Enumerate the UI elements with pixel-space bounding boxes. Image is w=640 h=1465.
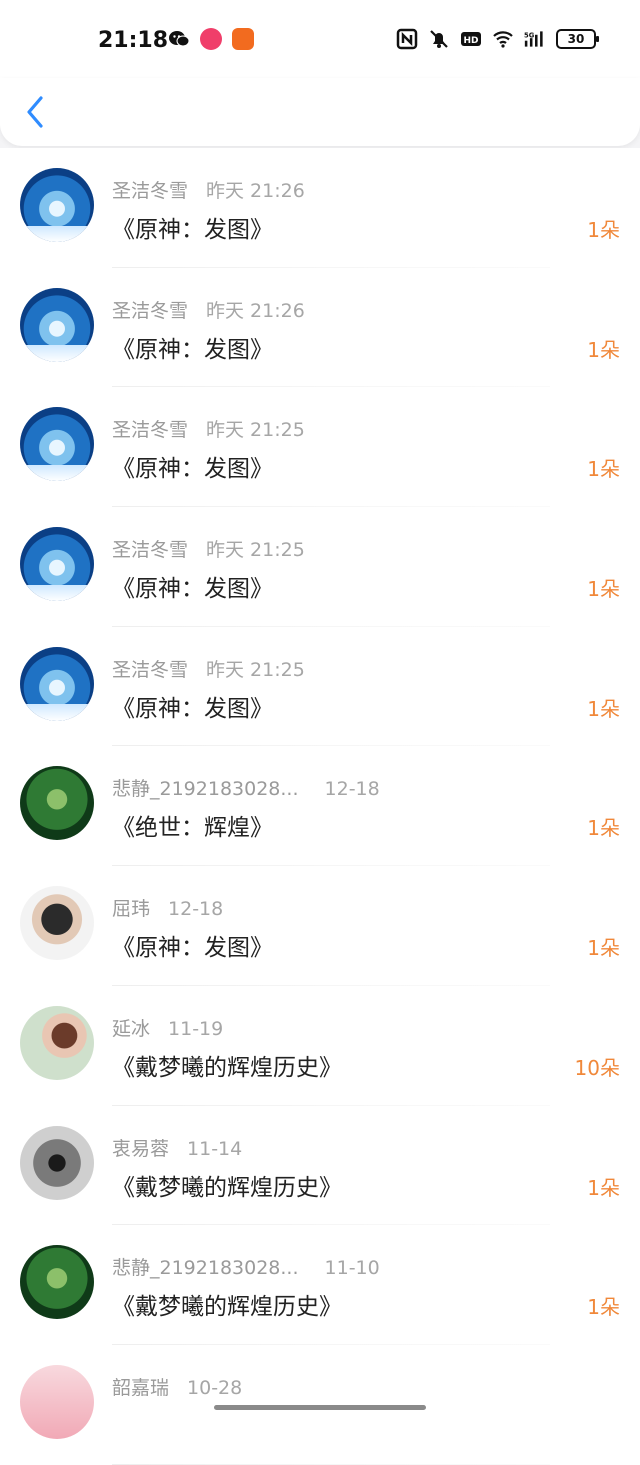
item-meta: 悲静_2192183028... 11-10 (112, 1253, 380, 1280)
user-name: 圣洁冬雪 (112, 419, 189, 442)
item-title: 《戴梦曦的辉煌历史》 (112, 1174, 342, 1201)
wifi-icon (492, 28, 514, 50)
svg-text:HD: HD (463, 36, 478, 46)
user-name: 圣洁冬雪 (112, 658, 189, 681)
item-title: 《原神：发图》 (112, 217, 273, 243)
item-meta: 韶嘉瑞 10-28 (112, 1373, 242, 1400)
flower-count: 1朵 (587, 1175, 620, 1200)
flower-count: 1朵 (587, 816, 620, 841)
item-date: 昨天 21:26 (206, 180, 305, 202)
item-date: 昨天 21:26 (206, 299, 305, 322)
item-meta: 圣洁冬雪 昨天 21:26 (112, 296, 305, 323)
pink-avatar[interactable] (20, 1364, 94, 1439)
item-date: 10-28 (187, 1376, 243, 1399)
item-meta: 衷易蓉 11-14 (112, 1134, 242, 1161)
social-app-icon (200, 28, 222, 50)
list-item[interactable]: 延冰 11-19 《戴梦曦的辉煌历史》 10朵 (0, 986, 640, 1106)
item-title: 《原神：发图》 (112, 935, 273, 962)
list-item[interactable]: 圣洁冬雪 昨天 21:25 《原神：发图》 1朵 (0, 507, 640, 627)
flower-count: 1朵 (587, 1295, 620, 1320)
item-date: 11-19 (168, 1017, 224, 1040)
flower-count: 1朵 (587, 457, 620, 482)
status-bar: 21:18 HD 5G 30 (0, 0, 640, 80)
wechat-icon (168, 28, 190, 50)
item-title: 《戴梦曦的辉煌历史》 (112, 1294, 342, 1321)
top-navigation-bar (0, 78, 640, 146)
list-item[interactable]: 屈玮 12-18 《原神：发图》 1朵 (0, 866, 640, 986)
flower-count: 1朵 (587, 577, 620, 602)
home-indicator[interactable] (214, 1405, 426, 1410)
svg-text:5G: 5G (524, 31, 535, 39)
user-name: 悲静_2192183028... (112, 778, 299, 801)
5g-signal-icon: 5G (524, 28, 546, 50)
flower-record-list: 圣洁冬雪 昨天 21:26 《原神：发图》 1朵 圣洁冬雪 昨天 21:26 《原神… (0, 148, 640, 1465)
flower-count: 1朵 (587, 337, 620, 362)
battery-indicator: 30 (556, 29, 599, 49)
user-name: 延冰 (112, 1017, 151, 1040)
back-button[interactable] (20, 94, 50, 130)
item-meta: 圣洁冬雪 昨天 21:25 (112, 535, 305, 562)
video-app-icon (232, 28, 254, 50)
system-icons: HD 5G 30 (396, 28, 599, 50)
user-name: 屈玮 (112, 898, 151, 921)
item-date: 昨天 21:25 (206, 539, 305, 562)
item-date: 11-14 (187, 1137, 243, 1160)
snow-avatar[interactable] (20, 287, 94, 362)
user-name: 韶嘉瑞 (112, 1376, 170, 1399)
flower-count: 1朵 (587, 936, 620, 961)
item-meta: 圣洁冬雪 昨天 21:25 (112, 415, 305, 442)
gray-avatar[interactable] (20, 1125, 94, 1200)
item-meta: 延冰 11-19 (112, 1014, 223, 1041)
person-avatar[interactable] (20, 886, 94, 961)
item-meta: 悲静_2192183028... 12-18 (112, 774, 380, 801)
item-date: 12-18 (168, 898, 224, 921)
item-date: 11-10 (324, 1257, 380, 1280)
item-title: 《原神：发图》 (112, 695, 273, 722)
flower-count: 1朵 (587, 696, 620, 721)
item-meta: 屈玮 12-18 (112, 894, 223, 921)
item-meta: 圣洁冬雪 昨天 21:25 (112, 655, 305, 682)
notification-icons (168, 28, 254, 50)
snow-avatar[interactable] (20, 527, 94, 602)
flower-count: 1朵 (587, 218, 620, 242)
user-name: 圣洁冬雪 (112, 539, 189, 562)
girl-avatar[interactable] (20, 1005, 94, 1080)
leaf-avatar[interactable] (20, 1245, 94, 1320)
flower-count: 10朵 (574, 1055, 620, 1080)
leaf-avatar[interactable] (20, 766, 94, 841)
item-title: 《戴梦曦的辉煌历史》 (112, 1054, 342, 1081)
user-name: 圣洁冬雪 (112, 180, 189, 202)
list-item[interactable]: 悲静_2192183028... 11-10 《戴梦曦的辉煌历史》 1朵 (0, 1225, 640, 1345)
user-name: 衷易蓉 (112, 1137, 170, 1160)
item-title: 《绝世：辉煌》 (112, 815, 273, 842)
hd-icon: HD (460, 28, 482, 50)
status-time: 21:18 (98, 28, 169, 53)
mute-icon (428, 28, 450, 50)
item-date: 12-18 (324, 778, 380, 801)
item-title: 《原神：发图》 (112, 576, 273, 603)
list-item[interactable]: 衷易蓉 11-14 《戴梦曦的辉煌历史》 1朵 (0, 1106, 640, 1226)
list-item[interactable]: 圣洁冬雪 昨天 21:26 《原神：发图》 1朵 (0, 148, 640, 268)
user-name: 圣洁冬雪 (112, 299, 189, 322)
list-item[interactable]: 圣洁冬雪 昨天 21:25 《原神：发图》 1朵 (0, 387, 640, 507)
item-date: 昨天 21:25 (206, 419, 305, 442)
item-date: 昨天 21:25 (206, 658, 305, 681)
snow-avatar[interactable] (20, 646, 94, 721)
item-title: 《原神：发图》 (112, 336, 273, 363)
snow-avatar[interactable] (20, 168, 94, 242)
user-name: 悲静_2192183028... (112, 1257, 299, 1280)
list-item[interactable]: 悲静_2192183028... 12-18 《绝世：辉煌》 1朵 (0, 746, 640, 866)
nfc-icon (396, 28, 418, 50)
snow-avatar[interactable] (20, 407, 94, 482)
list-item[interactable]: 圣洁冬雪 昨天 21:25 《原神：发图》 1朵 (0, 627, 640, 747)
list-item[interactable]: 圣洁冬雪 昨天 21:26 《原神：发图》 1朵 (0, 268, 640, 388)
item-meta: 圣洁冬雪 昨天 21:26 (112, 176, 305, 203)
chevron-left-icon (27, 96, 43, 128)
item-title: 《原神：发图》 (112, 456, 273, 483)
